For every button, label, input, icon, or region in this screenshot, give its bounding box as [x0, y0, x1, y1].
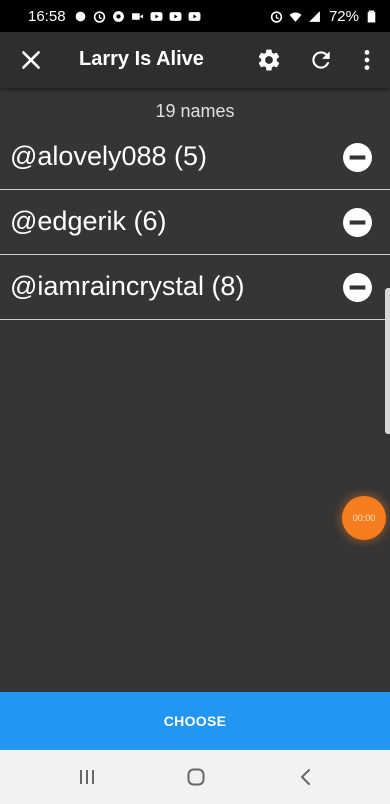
notification-icon — [74, 10, 87, 23]
gear-icon[interactable] — [256, 47, 282, 73]
refresh-icon[interactable] — [308, 47, 334, 73]
list-item: @iamraincrystal (8) — [0, 255, 390, 320]
timer-label: 00:00 — [352, 513, 376, 523]
name-label: @edgerik (6) — [10, 206, 167, 236]
alarm-icon — [270, 10, 283, 23]
list-item: @edgerik (6) — [0, 190, 390, 255]
names-count: 19 names — [155, 101, 235, 121]
status-bar: 16:58 72% — [0, 0, 390, 32]
app-bar: Larry Is Alive — [0, 32, 390, 88]
wifi-icon — [289, 10, 302, 23]
list-item: @alovely088 (5) — [0, 125, 390, 190]
youtube-icon — [169, 10, 182, 23]
home-icon[interactable] — [186, 767, 206, 787]
alarm-icon — [93, 10, 106, 23]
choose-button[interactable]: CHOOSE — [0, 692, 390, 750]
system-nav-bar — [0, 750, 390, 804]
battery-icon — [365, 10, 378, 23]
signal-icon — [308, 10, 321, 23]
status-right-icons: 72% — [270, 8, 378, 25]
video-icon — [131, 10, 144, 23]
remove-circle-icon[interactable] — [343, 143, 372, 172]
status-time: 16:58 — [28, 7, 66, 25]
status-left-icons — [74, 10, 201, 23]
close-icon[interactable] — [18, 47, 44, 73]
timer-button[interactable]: 00:00 — [342, 496, 386, 540]
remove-circle-icon[interactable] — [343, 208, 372, 237]
remove-circle-icon[interactable] — [343, 273, 372, 302]
youtube-icon — [188, 10, 201, 23]
choose-label: CHOOSE — [163, 713, 227, 729]
youtube-icon — [150, 10, 163, 23]
page-title: Larry Is Alive — [79, 48, 204, 70]
battery-percent: 72% — [328, 7, 359, 25]
name-label: @iamraincrystal (8) — [10, 271, 245, 301]
more-vert-icon[interactable] — [354, 47, 380, 73]
chrome-icon — [112, 10, 125, 23]
scrollbar[interactable] — [385, 288, 390, 434]
recent-apps-icon[interactable] — [77, 767, 97, 787]
back-icon[interactable] — [296, 767, 316, 787]
names-list: @alovely088 (5) @edgerik (6) @iamraincry… — [0, 125, 390, 320]
name-label: @alovely088 (5) — [10, 141, 208, 171]
